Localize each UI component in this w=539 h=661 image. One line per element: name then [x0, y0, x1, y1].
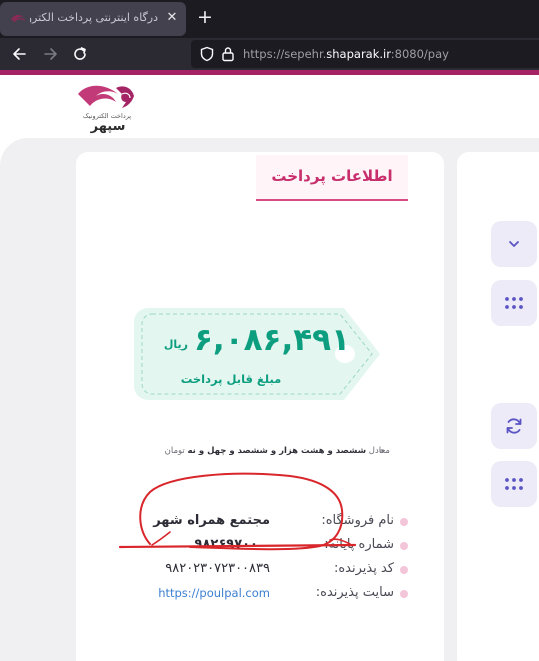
refresh-captcha-button[interactable]: [491, 403, 537, 449]
back-arrow-icon[interactable]: [10, 44, 30, 64]
acceptor-site-label: سایت پذیرنده:: [315, 585, 394, 600]
amount-in-words: معادل ششصد و هشت هزار و ششصد و چهل و نه …: [120, 446, 390, 456]
bullet-icon: [400, 542, 408, 550]
merchant-name-label: نام فروشگاه:: [321, 513, 394, 528]
grid-dots-icon: [505, 478, 523, 490]
terminal-number-label: شماره پایانه:: [324, 537, 394, 552]
terminal-number-row: شماره پایانه: ۹۸۲۶۹۷۰۰: [140, 536, 410, 558]
logo-name: سپهر: [90, 119, 126, 134]
tab-close-icon[interactable]: ✕: [164, 10, 180, 26]
reload-icon[interactable]: [70, 44, 90, 64]
acceptor-code-value: ۹۸۲۰۲۳۰۷۲۳۰۰۸۳۹: [165, 561, 270, 576]
browser-tab-strip: درگاه اینترنتی پرداخت الکترونیک ✕ +: [0, 0, 539, 38]
browser-tab[interactable]: درگاه اینترنتی پرداخت الکترونیک ✕: [0, 2, 186, 36]
bullet-icon: [400, 566, 408, 574]
site-favicon-icon: [11, 15, 26, 23]
acceptor-code-row: کد پذیرنده: ۹۸۲۰۲۳۰۷۲۳۰۰۸۳۹: [140, 560, 410, 582]
amount-label: مبلغ قابل پرداخت: [180, 372, 282, 386]
section-header: اطلاعات پرداخت: [256, 155, 408, 201]
expand-button[interactable]: [491, 221, 537, 267]
keypad-button[interactable]: [491, 461, 537, 507]
merchant-name-value: مجتمع همراه شهر: [153, 513, 270, 528]
lock-icon[interactable]: [221, 46, 235, 62]
amount-words-text: ششصد و هشت هزار و ششصد و چهل و نه: [187, 446, 367, 456]
acceptor-site-link[interactable]: https://poulpal.com: [140, 586, 270, 600]
forward-arrow-icon[interactable]: [40, 44, 60, 64]
acceptor-site-row: سایت پذیرنده: https://poulpal.com: [140, 584, 410, 606]
amount-unit: ریال: [163, 338, 188, 351]
new-tab-icon[interactable]: +: [195, 8, 215, 28]
amount-value: ۶,۰۸۶,۴۹۱: [194, 322, 350, 358]
grid-dots-icon: [505, 297, 523, 309]
browser-nav-bar: https://sepehr.shaparak.ir:8080/pay: [0, 38, 539, 70]
chevron-down-icon: [509, 241, 519, 247]
section-title: اطلاعات پرداخت: [271, 167, 393, 185]
refresh-icon: [506, 418, 522, 434]
merchant-name-row: نام فروشگاه: مجتمع همراه شهر: [140, 512, 410, 534]
terminal-number-value: ۹۸۲۶۹۷۰۰: [194, 537, 258, 552]
bullet-icon: [400, 518, 408, 526]
url-text[interactable]: https://sepehr.shaparak.ir:8080/pay: [243, 47, 449, 61]
amount-words-prefix: معادل: [368, 446, 390, 456]
shield-icon[interactable]: [199, 46, 215, 62]
amount-words-unit: تومان: [164, 446, 185, 456]
keypad-button[interactable]: [491, 280, 537, 326]
address-bar[interactable]: https://sepehr.shaparak.ir:8080/pay: [191, 40, 539, 68]
acceptor-code-label: کد پذیرنده:: [333, 561, 394, 576]
tab-title: درگاه اینترنتی پرداخت الکترونیک: [30, 11, 158, 24]
bullet-icon: [400, 590, 408, 598]
